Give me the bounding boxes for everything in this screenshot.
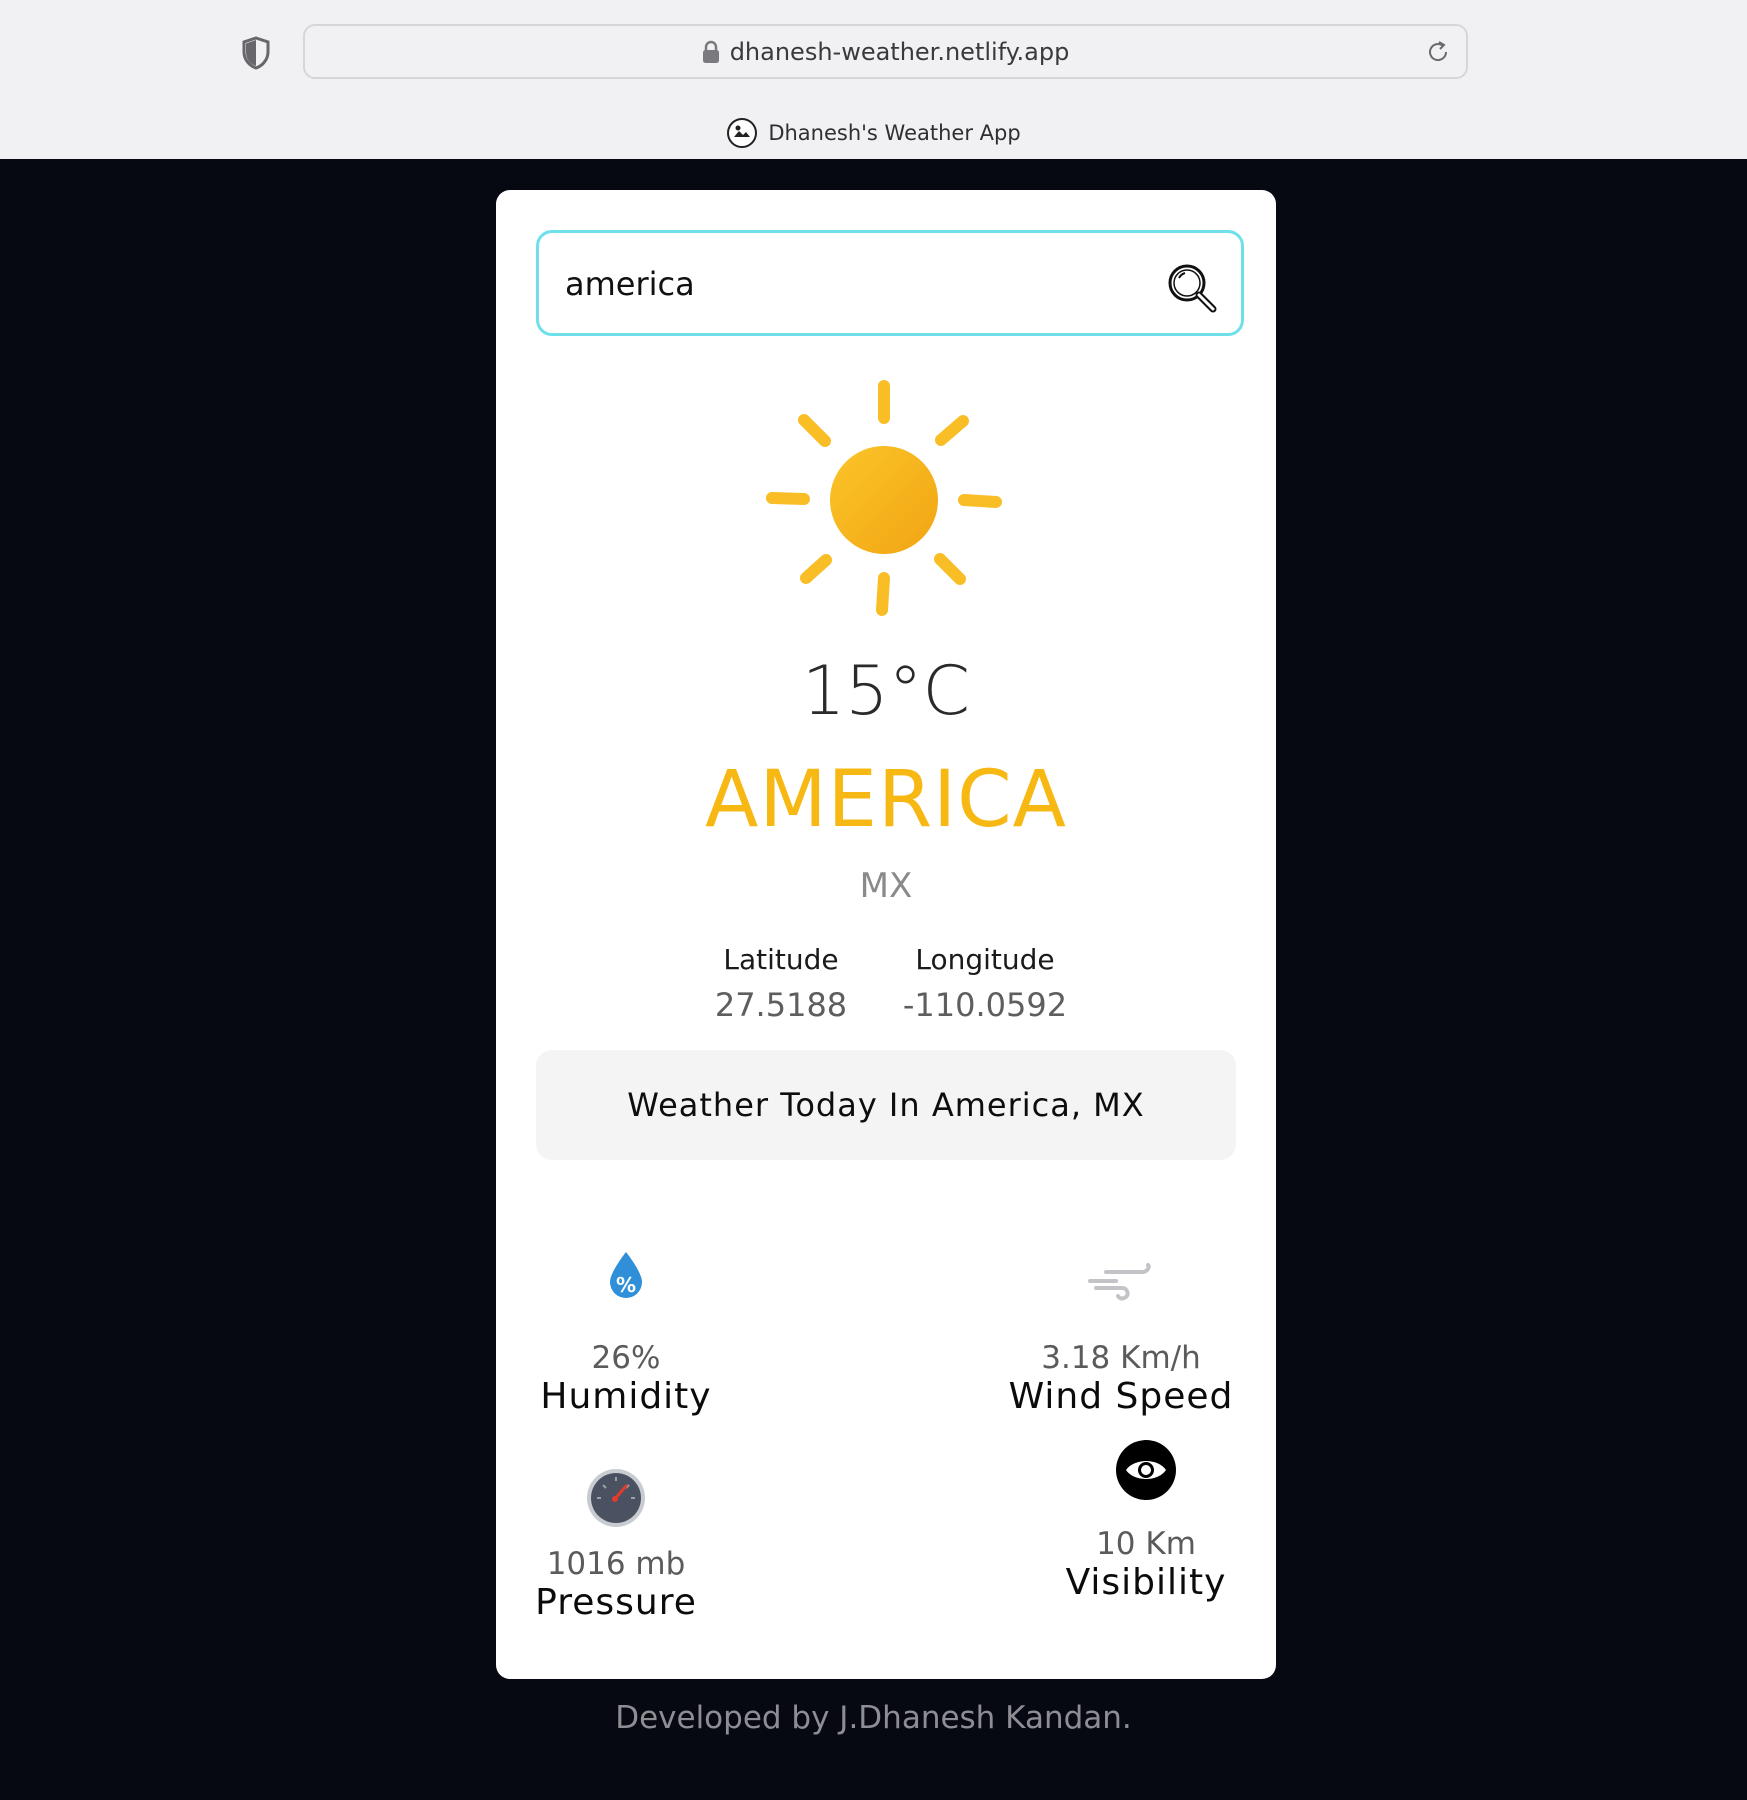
- gauge-icon: [587, 1469, 645, 1527]
- humidity-drop-icon: %: [610, 1252, 642, 1298]
- reload-icon[interactable]: [1424, 38, 1452, 66]
- pressure-label: Pressure: [535, 1582, 697, 1623]
- humidity-stat: % 26% Humidity: [516, 1220, 736, 1417]
- pressure-value: 1016 mb: [546, 1546, 686, 1582]
- weather-card: 15°C AMERICA MX Latitude 27.5188 Longitu…: [496, 190, 1276, 1679]
- url-text[interactable]: dhanesh-weather.netlify.app: [730, 38, 1070, 66]
- pressure-stat: 1016 mb Pressure: [516, 1458, 716, 1623]
- wind-value: 3.18 Km/h: [1041, 1340, 1201, 1376]
- country-code: MX: [859, 866, 913, 906]
- address-bar[interactable]: dhanesh-weather.netlify.app: [303, 24, 1468, 79]
- today-heading: Weather Today In America, MX: [536, 1050, 1236, 1160]
- shield-icon[interactable]: [241, 36, 271, 70]
- svg-text:%: %: [616, 1273, 636, 1297]
- longitude-label: Longitude: [915, 943, 1055, 976]
- sun-icon: [766, 380, 1002, 616]
- longitude-block: Longitude -110.0592: [882, 943, 1088, 1024]
- wind-icon: [1088, 1263, 1151, 1301]
- latitude-value: 27.5188: [714, 986, 848, 1024]
- longitude-value: -110.0592: [902, 986, 1068, 1024]
- visibility-value: 10 Km: [1096, 1526, 1196, 1562]
- wind-label: Wind Speed: [1008, 1376, 1234, 1417]
- favicon-icon: [727, 118, 758, 148]
- eye-icon: [1116, 1440, 1176, 1500]
- search-input[interactable]: [563, 257, 1127, 311]
- tab-active[interactable]: Dhanesh's Weather App: [0, 113, 1747, 153]
- humidity-label: Humidity: [540, 1376, 712, 1417]
- search-icon[interactable]: [1165, 261, 1221, 317]
- footer-credit: Developed by J.Dhanesh Kandan.: [615, 1700, 1132, 1736]
- city-name: AMERICA: [705, 755, 1067, 845]
- humidity-value: 26%: [591, 1340, 661, 1376]
- tab-title: Dhanesh's Weather App: [768, 121, 1021, 145]
- temperature: 15°C: [801, 652, 970, 731]
- lock-icon: [702, 40, 719, 63]
- visibility-label: Visibility: [1065, 1562, 1227, 1603]
- latitude-block: Latitude 27.5188: [696, 943, 866, 1024]
- latitude-label: Latitude: [723, 943, 839, 976]
- browser-chrome: dhanesh-weather.netlify.app Dhanesh's We…: [0, 0, 1747, 159]
- visibility-stat: 10 Km Visibility: [1036, 1438, 1256, 1603]
- search-box: [536, 230, 1244, 336]
- wind-stat: 3.18 Km/h Wind Speed: [976, 1220, 1266, 1417]
